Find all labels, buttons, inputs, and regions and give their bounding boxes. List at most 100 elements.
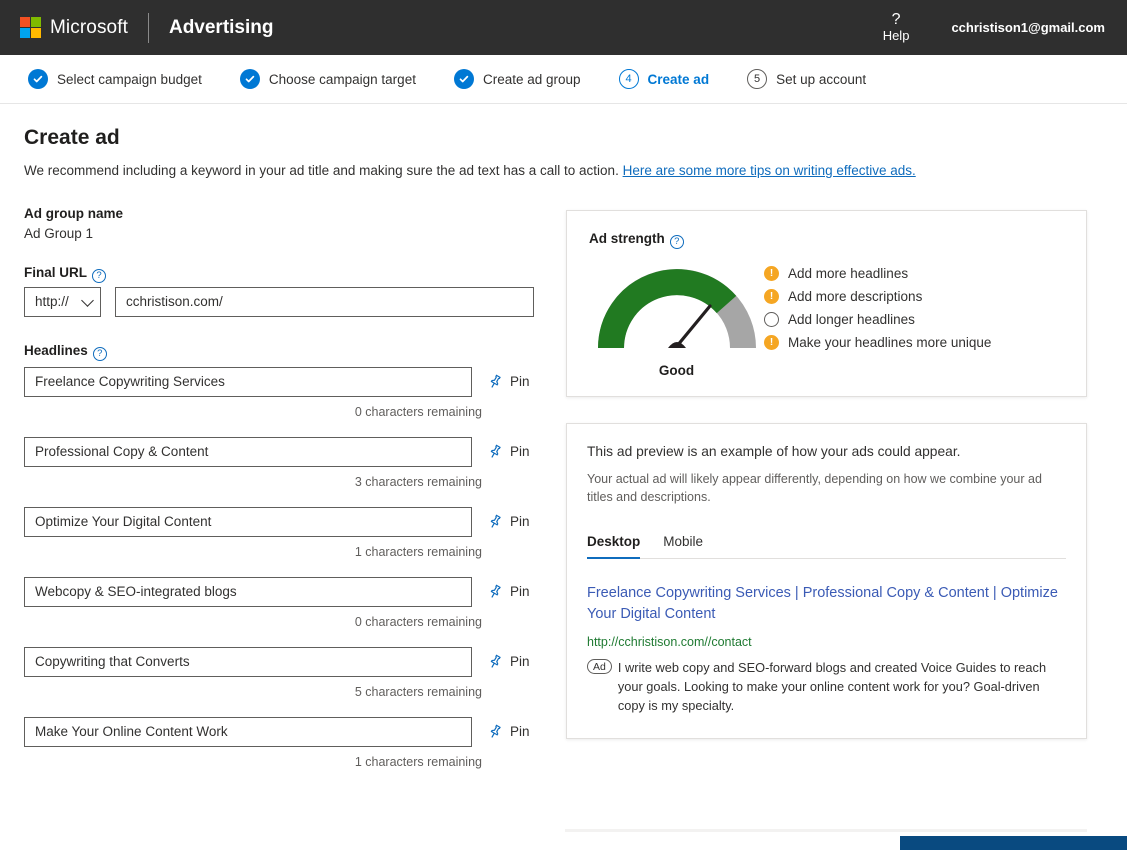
ad-preview-description-row: Ad I write web copy and SEO-forward blog… [587, 658, 1066, 716]
tab-mobile[interactable]: Mobile [663, 534, 703, 558]
page-title: Create ad [24, 126, 1103, 150]
step-number-badge: 5 [747, 69, 767, 89]
headline-input-5[interactable] [24, 647, 472, 677]
top-bar-right: ? Help cchristison1@gmail.com [883, 0, 1127, 55]
headline-chars-6: 1 characters remaining [24, 755, 482, 769]
ad-badge: Ad [587, 659, 612, 674]
final-url-block: Final URL? http:// [24, 265, 534, 317]
pin-button-2[interactable]: Pin [487, 444, 530, 460]
headline-input-2[interactable] [24, 437, 472, 467]
step-create-ad[interactable]: 4 Create ad [619, 69, 710, 89]
pin-icon [487, 374, 503, 390]
tip-label: Add longer headlines [788, 312, 915, 327]
headline-chars-5: 5 characters remaining [24, 685, 482, 699]
help-circle-icon[interactable]: ? [670, 235, 684, 249]
pin-label: Pin [510, 724, 530, 739]
help-button[interactable]: ? Help [883, 12, 910, 42]
form-column: Ad group name Ad Group 1 Final URL? http… [24, 206, 534, 787]
check-circle-icon [454, 69, 474, 89]
pin-button-5[interactable]: Pin [487, 654, 530, 670]
final-url-row: http:// [24, 287, 534, 317]
pin-label: Pin [510, 654, 530, 669]
microsoft-logo[interactable]: Microsoft [20, 17, 128, 39]
headline-input-4[interactable] [24, 577, 472, 607]
pin-icon [487, 514, 503, 530]
help-label: Help [883, 29, 910, 43]
tip-item: Add longer headlines [764, 312, 1064, 327]
step-create-ad-group[interactable]: Create ad group [454, 69, 581, 89]
headline-chars-1: 0 characters remaining [24, 405, 482, 419]
ad-strength-tips: ! Add more headlines ! Add more descript… [764, 266, 1064, 358]
headline-row: Pin [24, 367, 534, 397]
pin-icon [487, 444, 503, 460]
writing-tips-link[interactable]: Here are some more tips on writing effec… [623, 163, 916, 178]
tip-item: ! Add more descriptions [764, 289, 1064, 304]
check-circle-icon [240, 69, 260, 89]
warning-icon: ! [764, 289, 779, 304]
top-app-bar: Microsoft Advertising ? Help cchristison… [0, 0, 1127, 55]
protocol-select[interactable]: http:// [24, 287, 101, 317]
headline-row: Pin [24, 507, 534, 537]
primary-action-bar[interactable] [900, 836, 1127, 850]
headlines-label: Headlines? [24, 343, 534, 360]
chevron-down-icon [81, 294, 94, 307]
tip-label: Add more headlines [788, 266, 908, 281]
pin-icon [487, 724, 503, 740]
ad-preview-card: This ad preview is an example of how you… [566, 423, 1087, 739]
headline-chars-4: 0 characters remaining [24, 615, 482, 629]
pin-button-3[interactable]: Pin [487, 514, 530, 530]
protocol-value: http:// [35, 294, 69, 309]
ad-preview-block: Freelance Copywriting Services | Profess… [587, 583, 1066, 716]
help-circle-icon[interactable]: ? [93, 347, 107, 361]
final-url-label-text: Final URL [24, 265, 87, 280]
tab-desktop[interactable]: Desktop [587, 534, 640, 558]
step-number-badge: 4 [619, 69, 639, 89]
pin-label: Pin [510, 514, 530, 529]
pin-button-4[interactable]: Pin [487, 584, 530, 600]
page-description: We recommend including a keyword in your… [24, 163, 1103, 178]
tip-item: ! Add more headlines [764, 266, 1064, 281]
page-description-text: We recommend including a keyword in your… [24, 163, 619, 178]
tip-item: ! Make your headlines more unique [764, 335, 1064, 350]
product-name: Advertising [169, 17, 274, 39]
final-url-input[interactable] [115, 287, 534, 317]
final-url-label: Final URL? [24, 265, 534, 282]
pin-button-6[interactable]: Pin [487, 724, 530, 740]
ad-strength-title-text: Ad strength [589, 231, 665, 246]
header-divider [148, 13, 149, 43]
two-column-layout: Ad group name Ad Group 1 Final URL? http… [24, 206, 1103, 787]
preview-column: Ad strength? [566, 206, 1087, 739]
preview-tabs: Desktop Mobile [587, 534, 1066, 559]
ad-strength-gauge: Good [589, 256, 764, 378]
step-label: Select campaign budget [57, 72, 202, 87]
ad-strength-title: Ad strength? [589, 231, 1064, 248]
headlines-block: Headlines? Pin 0 characters remaining [24, 343, 534, 769]
preview-heading: This ad preview is an example of how you… [587, 444, 1066, 459]
ad-group-name-label: Ad group name [24, 206, 534, 221]
pin-label: Pin [510, 444, 530, 459]
headline-row: Pin [24, 647, 534, 677]
preview-subheading: Your actual ad will likely appear differ… [587, 470, 1066, 506]
step-select-campaign-budget[interactable]: Select campaign budget [28, 69, 202, 89]
account-email[interactable]: cchristison1@gmail.com [951, 20, 1105, 35]
help-circle-icon[interactable]: ? [92, 269, 106, 283]
headline-input-3[interactable] [24, 507, 472, 537]
page-content: Create ad We recommend including a keywo… [0, 104, 1127, 787]
headline-chars-2: 3 characters remaining [24, 475, 482, 489]
pin-button-1[interactable]: Pin [487, 374, 530, 390]
ad-preview-title[interactable]: Freelance Copywriting Services | Profess… [587, 583, 1066, 625]
headline-input-1[interactable] [24, 367, 472, 397]
step-choose-campaign-target[interactable]: Choose campaign target [240, 69, 416, 89]
microsoft-logo-icon [20, 17, 41, 38]
headline-input-6[interactable] [24, 717, 472, 747]
step-set-up-account[interactable]: 5 Set up account [747, 69, 866, 89]
pin-icon [487, 654, 503, 670]
ad-preview-url: http://cchristison.com//contact [587, 635, 1066, 649]
tip-label: Make your headlines more unique [788, 335, 991, 350]
tip-label: Add more descriptions [788, 289, 922, 304]
ad-group-name-block: Ad group name Ad Group 1 [24, 206, 534, 241]
headlines-label-text: Headlines [24, 343, 88, 358]
microsoft-wordmark: Microsoft [50, 17, 128, 39]
warning-icon: ! [764, 335, 779, 350]
headline-row: Pin [24, 577, 534, 607]
